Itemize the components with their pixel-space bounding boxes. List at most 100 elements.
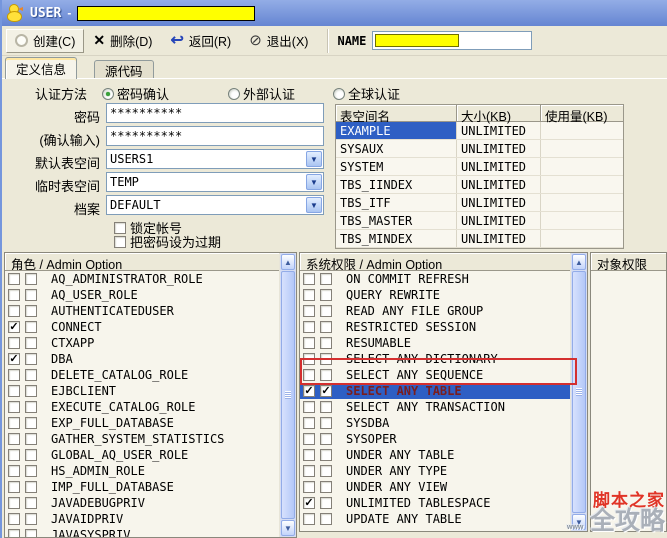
password-expire-checkbox[interactable] <box>114 235 126 248</box>
admin-option-checkbox[interactable] <box>320 321 332 333</box>
admin-option-checkbox[interactable] <box>25 497 37 509</box>
admin-option-checkbox[interactable] <box>25 449 37 461</box>
admin-option-checkbox[interactable] <box>320 481 332 493</box>
grant-checkbox[interactable] <box>8 449 20 461</box>
grant-checkbox[interactable] <box>303 353 315 365</box>
grant-checkbox[interactable] <box>8 337 20 349</box>
scroll-up-icon[interactable]: ▲ <box>572 254 586 270</box>
confirm-password-input[interactable]: ********** <box>106 126 324 146</box>
table-row[interactable]: TBS_IINDEX UNLIMITED <box>336 176 623 194</box>
role-list-item[interactable]: AUTHENTICATEDUSER <box>5 303 296 319</box>
sysprivs-scrollbar[interactable]: ▲ ▼ <box>570 253 587 531</box>
grant-checkbox[interactable] <box>8 497 20 509</box>
scrollbar-thumb[interactable] <box>572 271 586 513</box>
grant-checkbox[interactable] <box>303 337 315 349</box>
privilege-list-item[interactable]: UPDATE ANY TABLE <box>300 511 587 527</box>
admin-option-checkbox[interactable] <box>320 353 332 365</box>
role-list-item[interactable]: EXECUTE_CATALOG_ROLE <box>5 399 296 415</box>
admin-option-checkbox[interactable] <box>25 385 37 397</box>
privilege-list-item[interactable]: READ ANY FILE GROUP <box>300 303 587 319</box>
admin-option-checkbox[interactable] <box>25 401 37 413</box>
scroll-up-icon[interactable]: ▲ <box>281 254 295 270</box>
grant-checkbox[interactable] <box>303 417 315 429</box>
grant-checkbox[interactable] <box>8 513 20 525</box>
admin-option-checkbox[interactable] <box>25 337 37 349</box>
privilege-list-item[interactable]: SELECT ANY SEQUENCE <box>300 367 587 383</box>
grant-checkbox[interactable] <box>8 481 20 493</box>
profile-combo[interactable]: DEFAULT ▼ <box>106 195 324 215</box>
grant-checkbox[interactable] <box>8 273 20 285</box>
privilege-list-item[interactable]: SYSOPER <box>300 431 587 447</box>
back-button[interactable]: ↩ 返回(R) <box>161 29 240 53</box>
privilege-list-item[interactable]: QUERY REWRITE <box>300 287 587 303</box>
admin-option-checkbox[interactable] <box>320 513 332 525</box>
admin-option-checkbox[interactable] <box>320 273 332 285</box>
role-list-item[interactable]: ✓ DBA <box>5 351 296 367</box>
grant-checkbox[interactable] <box>8 433 20 445</box>
admin-option-checkbox[interactable] <box>25 465 37 477</box>
role-list-item[interactable]: JAVAIDPRIV <box>5 511 296 527</box>
grant-checkbox[interactable]: ✓ <box>8 353 20 365</box>
role-list-item[interactable]: GLOBAL_AQ_USER_ROLE <box>5 447 296 463</box>
privilege-list-item[interactable]: RESTRICTED SESSION <box>300 319 587 335</box>
privilege-list-item[interactable]: SELECT ANY TRANSACTION <box>300 399 587 415</box>
exit-button[interactable]: ⊘ 退出(X) <box>240 29 317 53</box>
table-row[interactable]: SYSAUX UNLIMITED <box>336 140 623 158</box>
admin-option-checkbox[interactable] <box>320 449 332 461</box>
admin-option-checkbox[interactable] <box>320 289 332 301</box>
privilege-list-item[interactable]: UNDER ANY TYPE <box>300 463 587 479</box>
role-list-item[interactable]: JAVADEBUGPRIV <box>5 495 296 511</box>
grant-checkbox[interactable] <box>303 321 315 333</box>
tab-source-code[interactable]: 源代码 <box>94 60 154 79</box>
privilege-list-item[interactable]: UNDER ANY TABLE <box>300 447 587 463</box>
admin-option-checkbox[interactable] <box>25 369 37 381</box>
admin-option-checkbox[interactable] <box>320 305 332 317</box>
grant-checkbox[interactable] <box>303 305 315 317</box>
role-list-item[interactable]: IMP_FULL_DATABASE <box>5 479 296 495</box>
title-username-field[interactable] <box>77 5 256 21</box>
grant-checkbox[interactable] <box>8 465 20 477</box>
column-header-name[interactable]: 表空间名 <box>336 105 457 124</box>
role-list-item[interactable]: ✓ CONNECT <box>5 319 296 335</box>
admin-option-checkbox[interactable] <box>25 529 37 537</box>
privilege-list-item[interactable]: ✓ ✓ SELECT ANY TABLE <box>300 383 587 399</box>
grant-checkbox[interactable] <box>303 369 315 381</box>
grant-checkbox[interactable] <box>303 481 315 493</box>
privilege-list-item[interactable]: UNDER ANY VIEW <box>300 479 587 495</box>
privilege-list-item[interactable]: SYSDBA <box>300 415 587 431</box>
grant-checkbox[interactable] <box>303 433 315 445</box>
role-list-item[interactable]: EJBCLIENT <box>5 383 296 399</box>
radio-password-auth[interactable]: 密码确认 <box>102 84 169 103</box>
chevron-down-icon[interactable]: ▼ <box>306 174 322 190</box>
grant-checkbox[interactable] <box>303 449 315 461</box>
delete-button[interactable]: ✕ 删除(D) <box>84 29 161 53</box>
admin-option-checkbox[interactable] <box>320 417 332 429</box>
admin-option-checkbox[interactable] <box>320 337 332 349</box>
grant-checkbox[interactable]: ✓ <box>303 497 315 509</box>
temp-tablespace-combo[interactable]: TEMP ▼ <box>106 172 324 192</box>
admin-option-checkbox[interactable] <box>25 417 37 429</box>
role-list-item[interactable]: HS_ADMIN_ROLE <box>5 463 296 479</box>
grant-checkbox[interactable] <box>8 401 20 413</box>
grant-checkbox[interactable] <box>303 289 315 301</box>
admin-option-checkbox[interactable] <box>25 513 37 525</box>
admin-option-checkbox[interactable] <box>320 433 332 445</box>
chevron-down-icon[interactable]: ▼ <box>306 197 322 213</box>
privilege-list-item[interactable]: RESUMABLE <box>300 335 587 351</box>
role-list-item[interactable]: AQ_USER_ROLE <box>5 287 296 303</box>
password-input[interactable]: ********** <box>106 103 324 123</box>
admin-option-checkbox[interactable] <box>25 273 37 285</box>
admin-option-checkbox[interactable] <box>320 497 332 509</box>
tab-definition[interactable]: 定义信息 <box>5 57 78 79</box>
privilege-list-item[interactable]: ✓ UNLIMITED TABLESPACE <box>300 495 587 511</box>
table-row[interactable]: TBS_MASTER UNLIMITED <box>336 212 623 230</box>
admin-option-checkbox[interactable] <box>320 401 332 413</box>
grant-checkbox[interactable] <box>8 529 20 537</box>
role-list-item[interactable]: JAVASYSPRIV <box>5 527 296 537</box>
admin-option-checkbox[interactable] <box>25 353 37 365</box>
role-list-item[interactable]: AQ_ADMINISTRATOR_ROLE <box>5 271 296 287</box>
grant-checkbox[interactable]: ✓ <box>8 321 20 333</box>
password-expire-checkbox-row[interactable]: 把密码设为过期 <box>114 232 221 251</box>
admin-option-checkbox[interactable] <box>320 465 332 477</box>
table-row[interactable]: EXAMPLE UNLIMITED <box>336 122 623 140</box>
